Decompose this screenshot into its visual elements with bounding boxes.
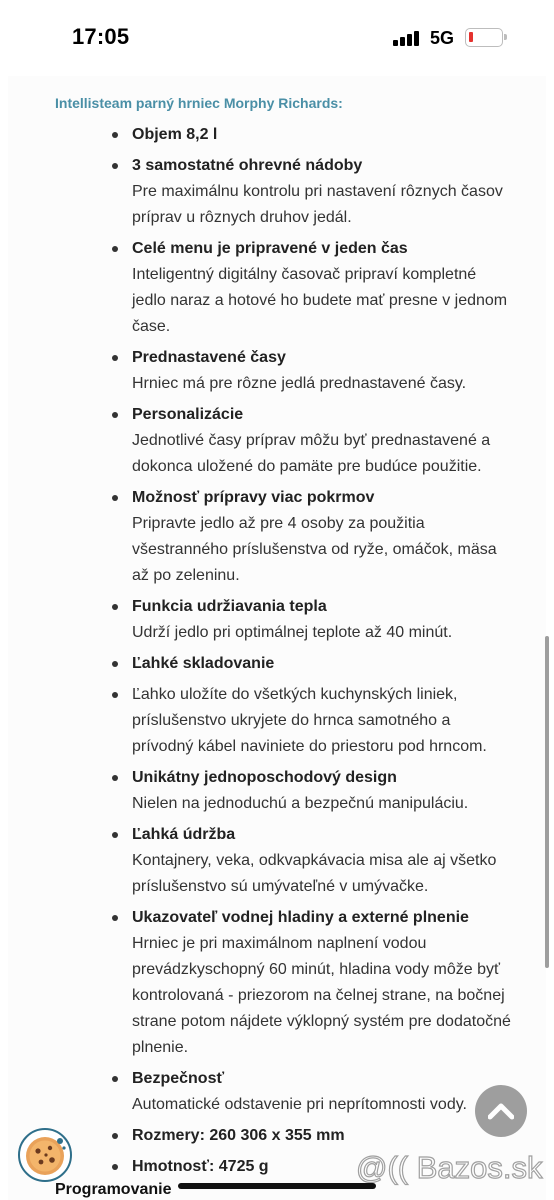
- product-title: Intellisteam parný hrniec Morphy Richard…: [55, 95, 343, 111]
- feature-item: Ľahko uložíte do všetkých kuchynských li…: [8, 682, 546, 760]
- feature-item: Unikátny jednoposchodový design Nielen na…: [8, 765, 546, 817]
- feature-title: Rozmery: 260 306 x 355 mm: [132, 1127, 345, 1144]
- feature-item: 3 samostatné ohrevné nádoby Pre maximálnu…: [8, 153, 546, 231]
- scroll-to-top-button[interactable]: [475, 1085, 527, 1137]
- battery-level: [469, 32, 473, 42]
- feature-title: Personalizácie: [132, 406, 244, 423]
- home-indicator[interactable]: [178, 1183, 376, 1189]
- feature-item: Ľahké skladovanie: [8, 651, 546, 677]
- network-type-label: 5G: [430, 28, 455, 48]
- feature-description: Hrniec je pri maximálnom naplnení vodou …: [132, 935, 511, 1056]
- battery-icon: [465, 28, 507, 47]
- status-time: 17:05: [72, 24, 130, 49]
- feature-title: Objem 8,2 l: [132, 126, 218, 143]
- feature-item: Bezpečnosť Automatické odstavenie pri nep…: [8, 1066, 546, 1118]
- feature-description: Ľahko uložíte do všetkých kuchynských li…: [132, 686, 487, 755]
- scrollbar-thumb[interactable]: [545, 636, 549, 968]
- cellular-signal-icon: [393, 30, 421, 46]
- feature-item: Ľahká údržba Kontajnery, veka, odkvapkáva…: [8, 822, 546, 900]
- feature-description: Kontajnery, veka, odkvapkávacia misa ale…: [132, 852, 497, 895]
- cookie-category-label: Programovanie: [55, 1181, 172, 1198]
- feature-title: 3 samostatné ohrevné nádoby: [132, 157, 363, 174]
- status-bar: 17:05 5G: [0, 0, 554, 76]
- feature-title: Ľahké skladovanie: [132, 655, 275, 672]
- feature-title: Ľahká údržba: [132, 826, 236, 843]
- feature-item: Personalizácie Jednotlivé časy príprav mô…: [8, 402, 546, 480]
- feature-description: Hrniec má pre rôzne jedlá prednastavené …: [132, 375, 467, 392]
- watermark: @(( Bazos.sk: [355, 1149, 543, 1185]
- feature-description: Pre maximálnu kontrolu pri nastavení rôz…: [132, 183, 503, 226]
- feature-item: Ukazovateľ vodnej hladiny a externé plne…: [8, 905, 546, 1061]
- feature-title: Možnosť prípravy viac pokrmov: [132, 489, 375, 506]
- feature-title: Unikátny jednoposchodový design: [132, 769, 397, 786]
- feature-item: Prednastavené časy Hrniec má pre rôzne je…: [8, 345, 546, 397]
- feature-description: Inteligentný digitálny časovač pripraví …: [132, 266, 508, 335]
- chevron-up-icon: [488, 1103, 514, 1120]
- feature-item: Objem 8,2 l: [8, 122, 546, 148]
- page-content: Intellisteam parný hrniec Morphy Richard…: [8, 76, 546, 1200]
- feature-title: Funkcia udržiavania tepla: [132, 598, 327, 615]
- feature-title: Bezpečnosť: [132, 1070, 225, 1087]
- feature-description: Udrží jedlo pri optimálnej teplote až 40…: [132, 624, 453, 641]
- feature-description: Automatické odstavenie pri neprítomnosti…: [132, 1096, 467, 1113]
- feature-item: Funkcia udržiavania tepla Udrží jedlo pri…: [8, 594, 546, 646]
- feature-title: Prednastavené časy: [132, 349, 286, 366]
- feature-list: Objem 8,2 l 3 samostatné ohrevné nádoby Pr…: [8, 122, 546, 1185]
- feature-description: Jednotlivé časy príprav môžu byť prednas…: [132, 432, 491, 475]
- cookie-settings-button[interactable]: [18, 1128, 72, 1182]
- feature-item: Rozmery: 260 306 x 355 mm: [8, 1123, 546, 1149]
- feature-description: Nielen na jednoduchú a bezpečnú manipulá…: [132, 795, 469, 812]
- cookie-icon: [26, 1137, 66, 1175]
- feature-item: Možnosť prípravy viac pokrmov Pripravte j…: [8, 485, 546, 589]
- feature-description: Pripravte jedlo až pre 4 osoby za použit…: [132, 515, 497, 584]
- feature-title: Ukazovateľ vodnej hladiny a externé plne…: [132, 909, 469, 926]
- feature-item: Celé menu je pripravené v jeden čas Intel…: [8, 236, 546, 340]
- feature-title: Celé menu je pripravené v jeden čas: [132, 240, 408, 257]
